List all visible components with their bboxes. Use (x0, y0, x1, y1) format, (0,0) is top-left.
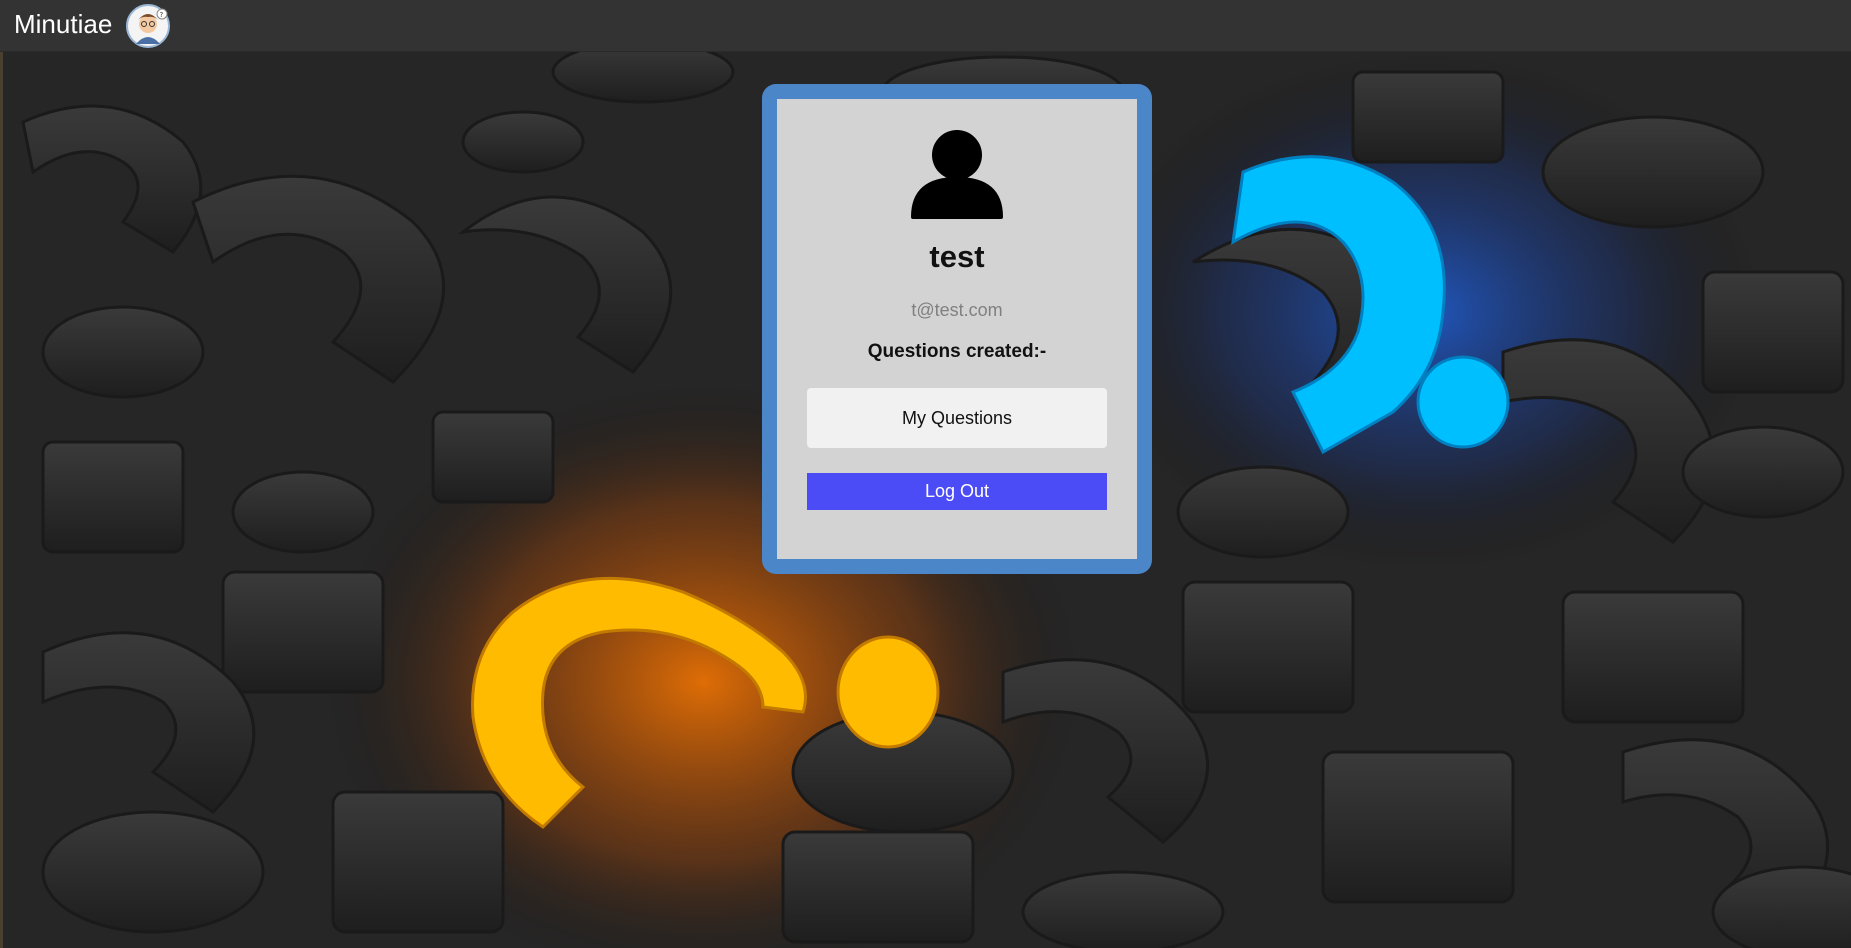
profile-card: test t@test.com Questions created:- My Q… (777, 99, 1137, 559)
user-cartoon-avatar-icon[interactable]: ? (126, 4, 170, 48)
profile-email: t@test.com (911, 300, 1003, 320)
my-questions-button[interactable]: My Questions (807, 388, 1107, 448)
logout-button[interactable]: Log Out (807, 473, 1107, 510)
profile-username: test (929, 239, 985, 274)
user-silhouette-icon (911, 127, 1003, 219)
top-navbar: Minutiae ? (0, 0, 1851, 52)
app-title[interactable]: Minutiae (14, 9, 112, 39)
questions-created-label: Questions created:- (867, 341, 1047, 362)
svg-text:?: ? (160, 11, 164, 19)
profile-card-frame: test t@test.com Questions created:- My Q… (762, 84, 1152, 574)
